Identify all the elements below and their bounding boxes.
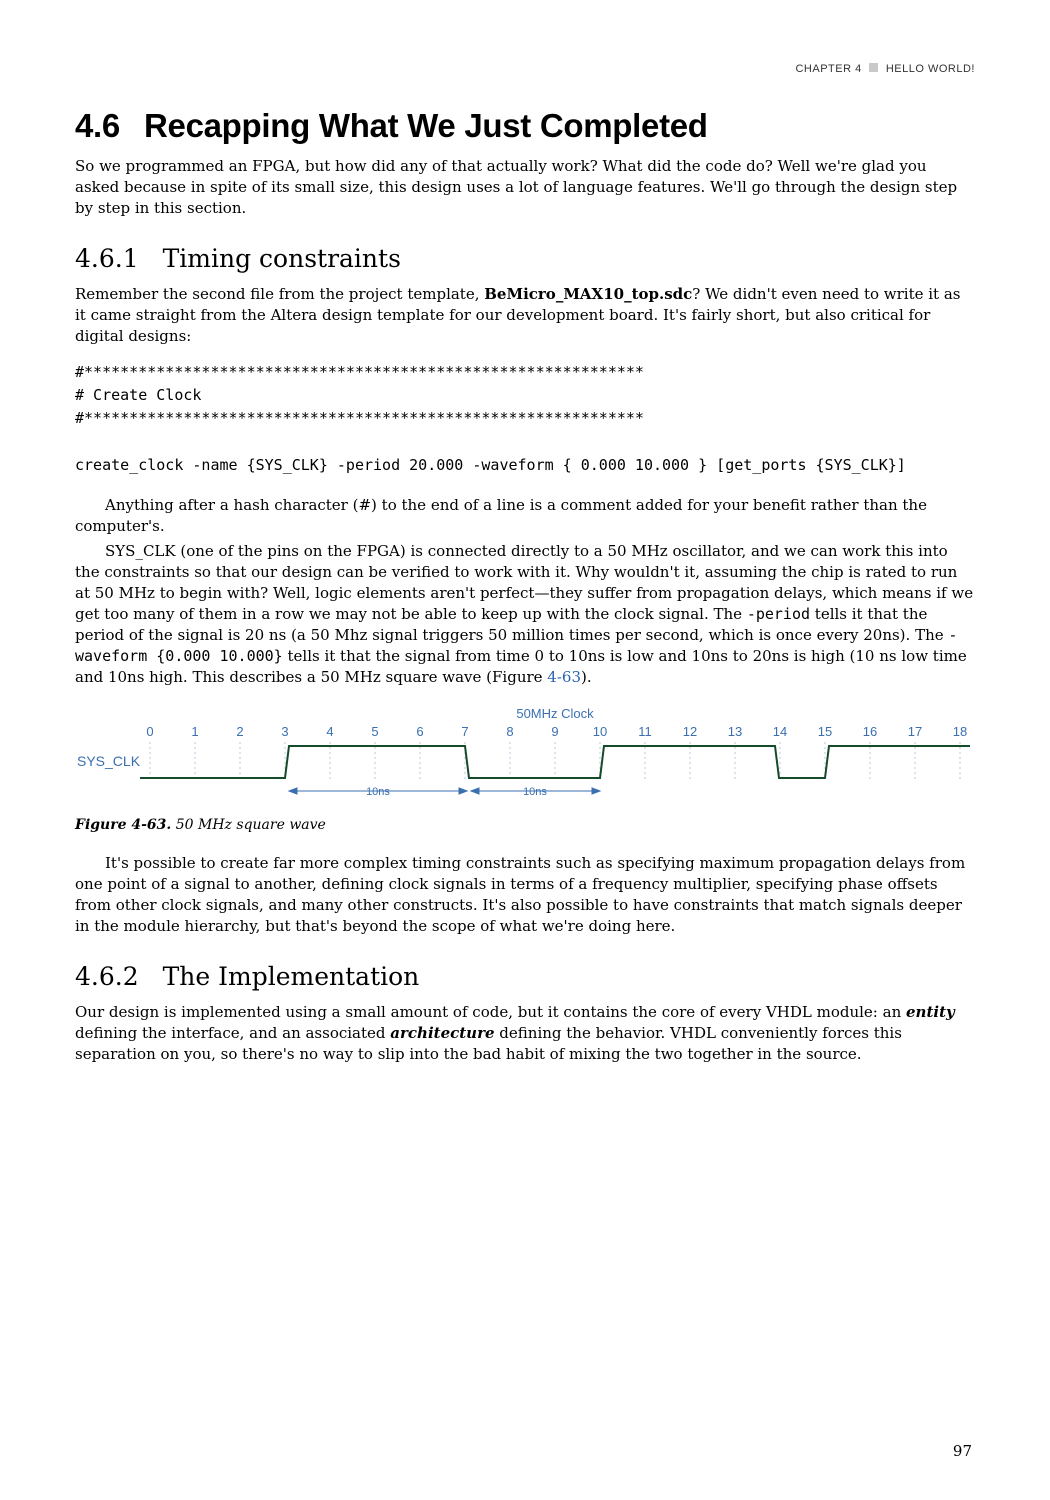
- inline-code: -period: [747, 605, 810, 623]
- figure-caption-text: 50 MHz square wave: [176, 817, 326, 833]
- tick-label: 13: [728, 724, 742, 739]
- tick-label: 12: [683, 724, 697, 739]
- section-heading: 4.6 Recapping What We Just Completed: [75, 103, 975, 149]
- running-head-chapter: CHAPTER 4: [795, 63, 861, 75]
- separator-box-icon: [869, 63, 878, 72]
- subsection-title: The Implementation: [163, 962, 420, 991]
- subsection-number: 4.6.2: [75, 962, 139, 991]
- code-block: #***************************************…: [75, 361, 975, 477]
- emphasized-term: architecture: [390, 1024, 494, 1042]
- body-paragraph: Our design is implemented using a small …: [75, 1002, 975, 1065]
- dimension-label: 10ns: [523, 786, 547, 798]
- tick-label: 0: [146, 724, 153, 739]
- tick-label: 4: [326, 724, 333, 739]
- filename: BeMicro_MAX10_top.sdc: [484, 285, 692, 303]
- tick-label: 16: [863, 724, 877, 739]
- tick-label: 17: [908, 724, 922, 739]
- tick-label: 7: [461, 724, 468, 739]
- body-text: Remember the second file from the projec…: [75, 285, 484, 303]
- tick-label: 1: [191, 724, 198, 739]
- running-head-title: HELLO WORLD!: [886, 63, 975, 75]
- tick-label: 18: [953, 724, 967, 739]
- tick-label: 10: [593, 724, 607, 739]
- figure-caption-label: Figure 4-63.: [75, 817, 171, 833]
- timing-diagram-svg: 50MHz Clock 0 1 2 3 4 5 6 7 8 9 10 11 12…: [75, 706, 975, 806]
- chart-title: 50MHz Clock: [516, 706, 594, 721]
- dimension-label: 10ns: [366, 786, 390, 798]
- body-text: defining the interface, and an associate…: [75, 1024, 390, 1042]
- body-paragraph: Anything after a hash character (#) to t…: [75, 495, 975, 537]
- tick-label: 14: [773, 724, 787, 739]
- figure-reference-link[interactable]: 4-63: [547, 668, 581, 686]
- section-number: 4.6: [75, 107, 120, 144]
- emphasized-term: entity: [906, 1003, 955, 1021]
- signal-label: SYS_CLK: [77, 753, 141, 769]
- tick-label: 6: [416, 724, 423, 739]
- body-paragraph: Remember the second file from the projec…: [75, 284, 975, 347]
- body-text: ).: [581, 668, 592, 686]
- figure-caption: Figure 4-63. 50 MHz square wave: [75, 816, 975, 836]
- figure-timing-diagram: 50MHz Clock 0 1 2 3 4 5 6 7 8 9 10 11 12…: [75, 706, 975, 806]
- tick-label: 2: [236, 724, 243, 739]
- tick-label: 11: [638, 724, 652, 739]
- intro-paragraph: So we programmed an FPGA, but how did an…: [75, 156, 975, 219]
- subsection-number: 4.6.1: [75, 244, 139, 273]
- running-head: CHAPTER 4 HELLO WORLD!: [75, 62, 975, 77]
- tick-label: 8: [506, 724, 513, 739]
- body-paragraph: It's possible to create far more complex…: [75, 853, 975, 937]
- subsection-heading: 4.6.1 Timing constraints: [75, 241, 975, 276]
- tick-label: 15: [818, 724, 832, 739]
- body-paragraph: SYS_CLK (one of the pins on the FPGA) is…: [75, 541, 975, 688]
- tick-label: 9: [551, 724, 558, 739]
- subsection-heading: 4.6.2 The Implementation: [75, 959, 975, 994]
- tick-label: 5: [371, 724, 378, 739]
- section-title: Recapping What We Just Completed: [144, 107, 708, 144]
- tick-label: 3: [281, 724, 288, 739]
- body-text: Our design is implemented using a small …: [75, 1003, 906, 1021]
- page-number: 97: [953, 1441, 972, 1462]
- subsection-title: Timing constraints: [163, 244, 401, 273]
